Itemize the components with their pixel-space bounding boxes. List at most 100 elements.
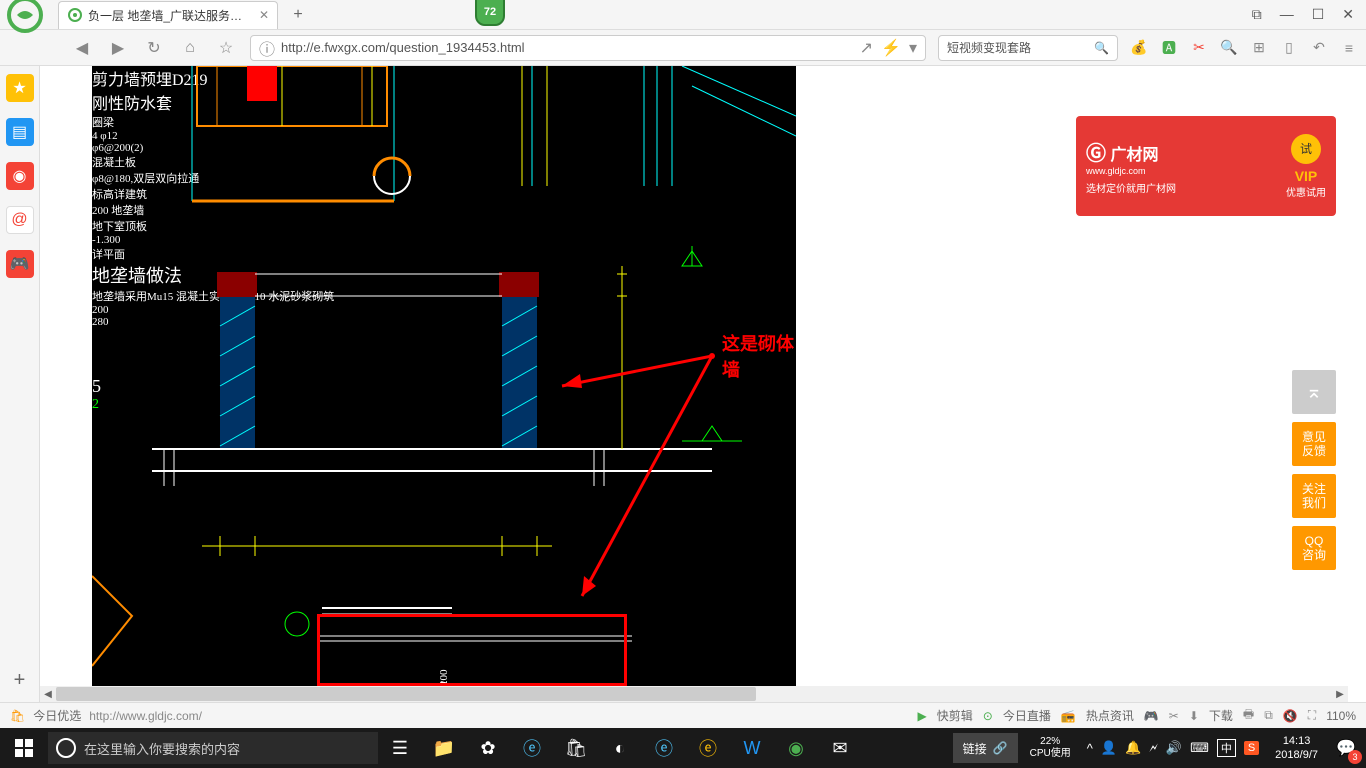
minimize-icon[interactable]: — <box>1280 6 1294 23</box>
ie2-icon[interactable]: ⓔ <box>686 728 730 768</box>
news-icon[interactable]: ▤ <box>6 118 34 146</box>
status-bar: 🛍 今日优选 http://www.gldjc.com/ ▶ 快剪辑 ⊙ 今日直… <box>0 702 1366 728</box>
maximize-icon[interactable]: ☐ <box>1312 6 1325 23</box>
status-link: http://www.gldjc.com/ <box>89 709 202 723</box>
qq-button[interactable]: QQ 咨询 <box>1292 526 1336 570</box>
live-label[interactable]: 今日直播 <box>1003 707 1051 724</box>
url-input[interactable] <box>281 40 860 55</box>
address-bar[interactable]: ⓘ ↗ ⚡ ▾ <box>250 35 926 61</box>
pip-icon[interactable]: ⧉ <box>1264 708 1273 723</box>
undo-icon[interactable]: ↶ <box>1310 39 1328 57</box>
shop-icon[interactable]: 🛍 <box>10 709 25 723</box>
ime-lang[interactable]: 中 <box>1217 739 1236 757</box>
popup-icon[interactable]: ⧉ <box>1252 6 1262 23</box>
menu-icon[interactable]: ≡ <box>1340 39 1358 57</box>
ad-url: www.gldjc.com <box>1086 166 1176 176</box>
live-icon[interactable]: ⊙ <box>983 709 993 723</box>
dropdown-icon[interactable]: ▾ <box>909 38 917 58</box>
notification-icon[interactable]: 💬3 <box>1326 728 1366 768</box>
weibo-icon[interactable]: ◉ <box>6 162 34 190</box>
feedback-button[interactable]: 意见 反馈 <box>1292 422 1336 466</box>
start-button[interactable] <box>0 728 48 768</box>
edge-icon[interactable]: ⓔ <box>642 728 686 768</box>
search-box[interactable]: 短视频变现套路 🔍 <box>938 35 1118 61</box>
accelerator-badge[interactable]: 72 <box>475 0 505 26</box>
share-icon[interactable]: ↗ <box>860 38 873 58</box>
tray-up-icon[interactable]: ^ <box>1087 741 1093 756</box>
taskbar: 在这里输入你要搜索的内容 ☰ 📁 ✿ ⓔ 🛍 ◐ ⓔ ⓔ W ◉ ✉ 链接 🔗 … <box>0 728 1366 768</box>
news-label[interactable]: 热点资讯 <box>1086 707 1134 724</box>
tray-keyboard-icon[interactable]: ⌨ <box>1190 740 1209 756</box>
word-icon[interactable]: W <box>730 728 774 768</box>
mail-icon[interactable]: @ <box>6 206 34 234</box>
today-label[interactable]: 今日优选 <box>33 707 81 724</box>
browser360-icon[interactable]: ◉ <box>774 728 818 768</box>
scroll-right-icon[interactable]: ▶ <box>1332 686 1348 702</box>
magnifier-icon[interactable]: 🔍 <box>1220 39 1238 57</box>
sogou-icon[interactable]: S <box>1244 741 1259 755</box>
cpu-meter[interactable]: 22% CPU使用 <box>1022 736 1079 760</box>
reload-button[interactable]: ↻ <box>142 36 166 60</box>
ad-slogan: 选材定价就用广材网 <box>1086 180 1176 195</box>
browser-tab[interactable]: 负一层 地垄墙_广联达服务新干线 ✕ <box>58 1 278 29</box>
taskbar-search[interactable]: 在这里输入你要搜索的内容 <box>48 732 378 764</box>
play-icon[interactable]: ▶ <box>918 709 927 723</box>
browser-logo[interactable] <box>0 0 50 30</box>
speed-icon[interactable]: ⚡ <box>881 38 901 58</box>
quickedit-label[interactable]: 快剪辑 <box>937 707 973 724</box>
cut-icon[interactable]: ✂ <box>1169 709 1179 723</box>
cpu-label: CPU使用 <box>1030 748 1071 760</box>
mail-taskbar-icon[interactable]: ✉ <box>818 728 862 768</box>
cpu-pct: 22% <box>1040 736 1060 748</box>
ie-icon[interactable]: ⓔ <box>510 728 554 768</box>
radio-icon[interactable]: 📻 <box>1061 709 1076 723</box>
download-icon[interactable]: ⬇ <box>1189 709 1199 723</box>
annotation-box <box>317 614 627 686</box>
apps-icon[interactable]: ⊞ <box>1250 39 1268 57</box>
tray-bell-icon[interactable]: 🔔 <box>1125 740 1141 756</box>
tray-people-icon[interactable]: 👤 <box>1101 740 1117 756</box>
app-icon[interactable]: ✿ <box>466 728 510 768</box>
new-tab-button[interactable]: + <box>286 3 310 27</box>
notif-count: 3 <box>1348 750 1362 764</box>
game-icon[interactable]: 🎮 <box>6 250 34 278</box>
reader-icon[interactable]: ▯ <box>1280 39 1298 57</box>
horizontal-scrollbar[interactable]: ◀ ▶ <box>40 686 1348 702</box>
scissors-icon[interactable]: ✂ <box>1190 39 1208 57</box>
print-icon[interactable]: 🖶 <box>1243 705 1254 726</box>
home-button[interactable]: ⌂ <box>178 36 202 60</box>
favorites-icon[interactable]: ★ <box>6 74 34 102</box>
ad-sub: 优惠试用 <box>1286 184 1326 199</box>
zoom-level[interactable]: 110% <box>1326 709 1356 723</box>
close-window-icon[interactable]: ✕ <box>1342 6 1354 23</box>
gamepad-icon[interactable]: 🎮 <box>1144 709 1159 723</box>
wallet-icon[interactable]: 💰 <box>1130 39 1148 57</box>
search-icon[interactable]: 🔍 <box>1094 41 1109 55</box>
ad-logo: 广材网 <box>1110 147 1158 164</box>
mute-icon[interactable]: 🔇 <box>1283 709 1298 723</box>
taskview-icon[interactable]: ☰ <box>378 728 422 768</box>
store-icon[interactable]: 🛍 <box>554 728 598 768</box>
taskbar-link[interactable]: 链接 🔗 <box>953 733 1018 763</box>
advertisement[interactable]: Ⓖ 广材网 www.gldjc.com 选材定价就用广材网 试 VIP 优惠试用 <box>1076 116 1336 216</box>
taskbar-clock[interactable]: 14:13 2018/9/7 <box>1267 734 1326 763</box>
clock-date: 2018/9/7 <box>1275 748 1318 762</box>
favorite-button[interactable]: ☆ <box>214 36 238 60</box>
tray-power-icon[interactable]: 🗲 <box>1149 740 1158 756</box>
tray-vol-icon[interactable]: 🔊 <box>1166 740 1182 756</box>
scroll-top-button[interactable]: ⌅ <box>1292 370 1336 414</box>
forward-button[interactable]: ▶ <box>106 36 130 60</box>
app2-icon[interactable]: ◐ <box>598 728 642 768</box>
site-info-icon[interactable]: ⓘ <box>259 36 275 60</box>
translate-icon[interactable]: 🅰 <box>1160 39 1178 57</box>
expand-icon[interactable]: ⛶ <box>1308 708 1316 723</box>
cad-dim: 1300 <box>438 66 450 696</box>
download-label[interactable]: 下载 <box>1209 707 1233 724</box>
scroll-thumb[interactable] <box>56 687 756 701</box>
back-button[interactable]: ◀ <box>70 36 94 60</box>
tab-close-icon[interactable]: ✕ <box>259 8 269 22</box>
add-sidebar-icon[interactable]: + <box>14 669 26 692</box>
scroll-left-icon[interactable]: ◀ <box>40 686 56 702</box>
follow-button[interactable]: 关注 我们 <box>1292 474 1336 518</box>
explorer-icon[interactable]: 📁 <box>422 728 466 768</box>
